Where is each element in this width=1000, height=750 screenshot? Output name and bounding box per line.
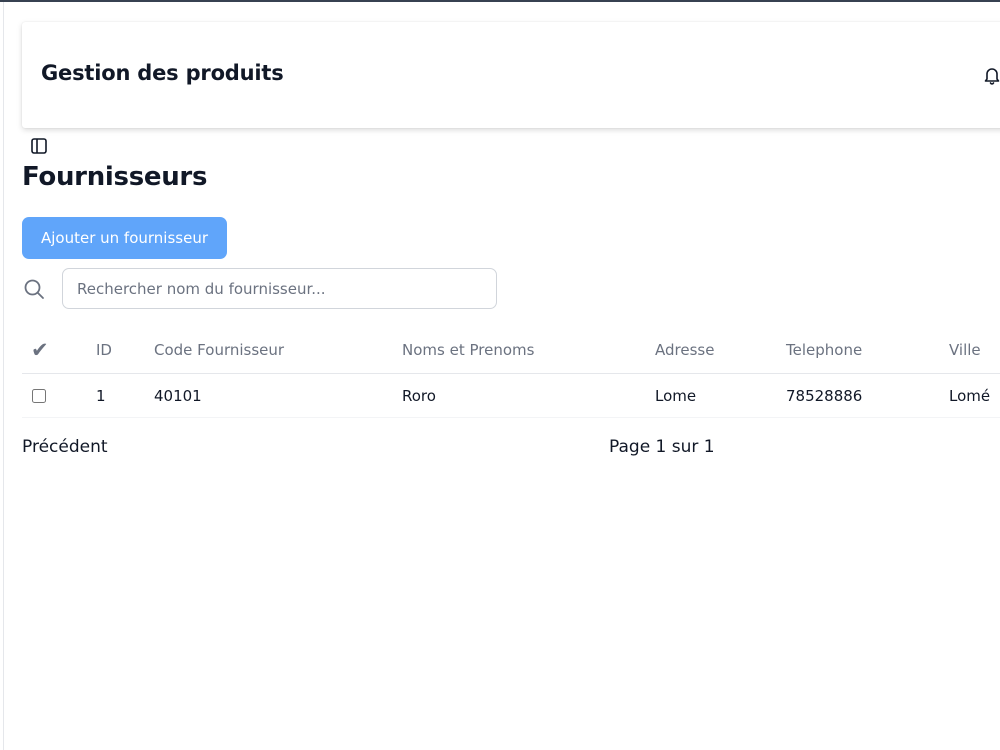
table-row[interactable]: 1 40101 Roro Lome 78528886 Lomé xyxy=(22,374,1000,418)
column-header-code: Code Fournisseur xyxy=(154,341,285,359)
table-header-row: ✔ ID Code Fournisseur Noms et Prenoms Ad… xyxy=(22,327,1000,374)
previous-page-button[interactable]: Précédent xyxy=(22,437,108,457)
suppliers-table: ✔ ID Code Fournisseur Noms et Prenoms Ad… xyxy=(22,327,1000,418)
add-supplier-button[interactable]: Ajouter un fournisseur xyxy=(22,217,227,259)
cell-name: Roro xyxy=(402,386,436,405)
column-header-name: Noms et Prenoms xyxy=(402,341,535,359)
cell-code: 40101 xyxy=(154,386,202,405)
search-icon xyxy=(23,278,45,300)
left-edge-divider xyxy=(3,2,4,750)
cell-address: Lome xyxy=(655,386,697,405)
page-indicator: Page 1 sur 1 xyxy=(609,437,715,457)
cell-id: 1 xyxy=(96,386,106,405)
column-header-phone: Telephone xyxy=(786,341,863,359)
cell-city: Lomé xyxy=(949,386,991,405)
column-header-id: ID xyxy=(96,341,112,359)
app-title: Gestion des produits xyxy=(41,61,284,85)
bell-icon[interactable] xyxy=(983,65,1000,85)
row-checkbox[interactable] xyxy=(32,388,46,403)
column-header-city: Ville xyxy=(949,341,981,359)
sidebar-panel-icon[interactable] xyxy=(30,137,48,155)
top-window-strip xyxy=(0,0,1000,2)
app-header: Gestion des produits xyxy=(22,22,1000,128)
select-all-check-icon[interactable]: ✔ xyxy=(31,327,49,373)
cell-phone: 78528886 xyxy=(786,386,863,405)
search-input[interactable] xyxy=(62,268,497,309)
row-checkbox-cell xyxy=(32,374,46,417)
page-title: Fournisseurs xyxy=(22,162,208,192)
column-header-address: Adresse xyxy=(655,341,715,359)
